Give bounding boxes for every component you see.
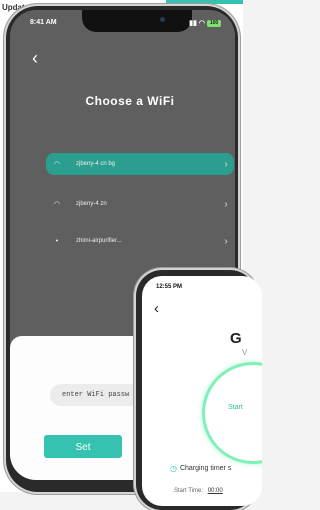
- charging-timer-row[interactable]: ◷ Charging timer s: [170, 464, 231, 473]
- status-right: ▮▮ ◠ 100: [189, 19, 221, 27]
- page-title: Choose a WiFi: [85, 94, 175, 108]
- wifi-icon: ◠: [198, 20, 205, 27]
- wifi-network-item[interactable]: • zhimi-airpurifier... ›: [46, 230, 234, 252]
- chevron-right-icon: ›: [224, 198, 228, 210]
- version-label: V: [242, 348, 248, 357]
- back-arrow-icon[interactable]: ‹: [32, 48, 38, 69]
- start-time-row[interactable]: Start Time: 00:00: [174, 488, 223, 494]
- start-time-value[interactable]: 00:00: [208, 488, 223, 494]
- status-bar: 8:41 AM ▮▮ ◠ 100: [30, 19, 221, 29]
- network-name: zjbeny-4 cn bg: [76, 161, 116, 167]
- wifi-signal-icon: •: [55, 237, 59, 245]
- network-name: zhimi-airpurifier...: [76, 238, 122, 244]
- wifi-signal-icon: ◠: [53, 201, 61, 208]
- signal-icon: ▮▮: [189, 20, 197, 27]
- charging-ring[interactable]: [202, 362, 262, 464]
- status-time: 12:55 PM: [156, 284, 183, 290]
- wifi-network-item[interactable]: ◠ zjbeny-4 zn ›: [46, 193, 234, 215]
- chevron-right-icon: ›: [224, 158, 228, 170]
- clock-icon: ◷: [170, 464, 177, 473]
- status-time: 8:41 AM: [30, 19, 57, 26]
- phone-frame-timer: 12:55 PM ‹ G V Start ◷ Charging timer s …: [136, 270, 262, 510]
- wifi-password-input[interactable]: enter WiFi passw: [50, 384, 150, 406]
- charging-timer-label: Charging timer s: [179, 465, 232, 472]
- chevron-right-icon: ›: [224, 235, 228, 247]
- page-title: G: [230, 330, 242, 347]
- wifi-signal-icon: ◠: [53, 161, 61, 168]
- timer-screen: 12:55 PM ‹ G V Start ◷ Charging timer s …: [142, 276, 262, 506]
- back-arrow-icon[interactable]: ‹: [154, 300, 159, 317]
- wifi-network-item[interactable]: ◠ zjbeny-4 cn bg ›: [46, 153, 234, 175]
- set-button[interactable]: Set: [44, 435, 122, 458]
- background-accent-bar: [166, 0, 243, 4]
- start-label[interactable]: Start: [228, 404, 243, 411]
- start-time-label: Start Time:: [174, 488, 204, 494]
- battery-icon: 100: [207, 19, 221, 27]
- network-name: zjbeny-4 zn: [76, 201, 107, 207]
